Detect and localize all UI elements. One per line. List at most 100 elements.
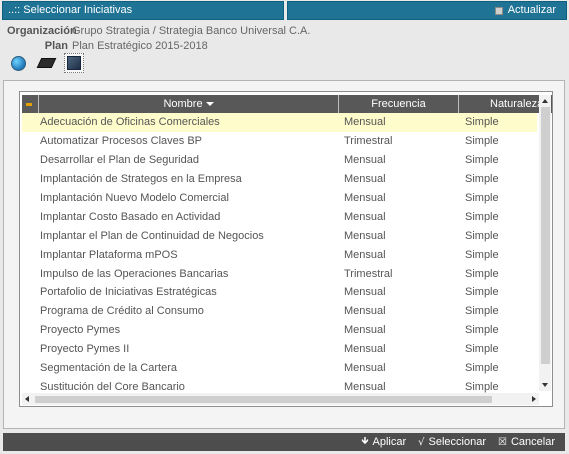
cell-naturaleza: Simple xyxy=(465,267,499,280)
context-info: Organización Grupo Strategia / Strategia… xyxy=(7,24,310,54)
cell-naturaleza: Simple xyxy=(465,210,499,223)
cell-frecuencia: Trimestral xyxy=(344,135,393,148)
cancel-label: Cancelar xyxy=(510,436,555,448)
window-titlebar: ..:: Seleccionar Iniciativas Actualizar xyxy=(2,1,567,20)
cell-nombre: Automatizar Procesos Claves BP xyxy=(40,135,203,148)
cell-frecuencia: Mensual xyxy=(344,324,386,337)
cell-frecuencia: Mensual xyxy=(344,154,386,167)
table-row[interactable]: Impulso de las Operaciones Bancarias Tri… xyxy=(22,264,537,283)
apply-button[interactable]: 🡻 Aplicar xyxy=(361,434,406,451)
cell-nombre: Implantar el Plan de Continuidad de Nego… xyxy=(40,229,264,242)
table-row[interactable]: Adecuación de Oficinas Comerciales Mensu… xyxy=(22,113,537,132)
refresh-button[interactable]: Actualizar xyxy=(287,1,567,20)
scroll-left-icon[interactable] xyxy=(25,396,29,402)
globe-icon xyxy=(10,55,26,71)
cell-nombre: Implantar Costo Basado en Actividad xyxy=(40,210,221,223)
scroll-right-icon[interactable] xyxy=(532,396,536,402)
cell-frecuencia: Mensual xyxy=(344,305,386,318)
table-row[interactable]: Desarrollar el Plan de Seguridad Mensual… xyxy=(22,151,537,170)
cell-naturaleza: Simple xyxy=(465,343,499,356)
grid-header: Nombre Frecuencia Naturaleza xyxy=(22,95,552,113)
cell-nombre: Desarrollar el Plan de Seguridad xyxy=(40,154,199,167)
plan-row: Plan Plan Estratégico 2015-2018 xyxy=(7,39,310,54)
cell-naturaleza: Simple xyxy=(465,135,499,148)
horizontal-scrollbar[interactable] xyxy=(22,393,539,405)
cell-frecuencia: Mensual xyxy=(344,173,386,186)
horizontal-scroll-thumb[interactable] xyxy=(35,396,492,403)
cell-naturaleza: Simple xyxy=(465,305,499,318)
cell-frecuencia: Mensual xyxy=(344,286,386,299)
column-header-frecuencia[interactable]: Frecuencia xyxy=(339,95,459,113)
cell-frecuencia: Mensual xyxy=(344,362,386,375)
cell-frecuencia: Mensual xyxy=(344,116,386,129)
cell-nombre: Implantar Plataforma mPOS xyxy=(40,248,178,261)
checkmark-icon: √ xyxy=(418,436,425,448)
arrow-down-icon: 🡻 xyxy=(361,435,369,447)
cell-naturaleza: Simple xyxy=(465,116,499,129)
column-header-nombre[interactable]: Nombre xyxy=(39,95,339,113)
cell-frecuencia: Trimestral xyxy=(344,267,393,280)
cell-nombre: Implantación Nuevo Modelo Comercial xyxy=(40,192,229,204)
grid-panel: Nombre Frecuencia Naturaleza Adecuación … xyxy=(3,80,565,429)
table-row[interactable]: Implantar el Plan de Continuidad de Nego… xyxy=(22,226,537,245)
vertical-scrollbar[interactable] xyxy=(539,95,551,391)
plan-tool-button[interactable] xyxy=(36,53,56,73)
cell-nombre: Proyecto Pymes xyxy=(40,324,121,337)
cell-naturaleza: Simple xyxy=(465,192,499,204)
cell-frecuencia: Mensual xyxy=(344,343,386,356)
table-row[interactable]: Segmentación de la Cartera Mensual Simpl… xyxy=(22,359,537,378)
table-row[interactable]: Implantación de Strategos en la Empresa … xyxy=(22,170,537,189)
organization-row: Organización Grupo Strategia / Strategia… xyxy=(7,24,310,39)
sort-indicator-icon xyxy=(26,103,32,106)
scroll-up-icon[interactable] xyxy=(542,99,548,103)
organization-label: Organización xyxy=(7,25,77,37)
table-row[interactable]: Implantar Plataforma mPOS Mensual Simple xyxy=(22,245,537,264)
cell-nombre: Portafolio de Iniciativas Estratégicas xyxy=(40,286,217,299)
initiatives-grid: Nombre Frecuencia Naturaleza Adecuación … xyxy=(19,91,553,407)
cell-naturaleza: Simple xyxy=(465,173,499,186)
plan-value: Plan Estratégico 2015-2018 xyxy=(72,40,208,52)
table-row[interactable]: Automatizar Procesos Claves BP Trimestra… xyxy=(22,132,537,151)
plan-label: Plan xyxy=(44,40,68,52)
table-row[interactable]: Implantación Nuevo Modelo Comercial Mens… xyxy=(22,189,537,208)
cell-nombre: Implantación de Strategos en la Empresa xyxy=(40,173,242,186)
organization-value: Grupo Strategia / Strategia Banco Univer… xyxy=(72,25,311,37)
cell-naturaleza: Simple xyxy=(465,380,499,393)
select-label: Seleccionar xyxy=(428,436,486,448)
close-box-icon: ☒ xyxy=(498,436,507,448)
cell-naturaleza: Simple xyxy=(465,286,499,299)
book-icon xyxy=(36,58,56,68)
initiatives-tool-button[interactable] xyxy=(64,53,84,73)
cell-frecuencia: Mensual xyxy=(344,192,386,204)
sort-down-icon xyxy=(205,102,214,107)
cell-nombre: Impulso de las Operaciones Bancarias xyxy=(40,267,229,280)
cell-naturaleza: Simple xyxy=(465,229,499,242)
cell-nombre: Sustitución del Core Bancario xyxy=(40,380,185,393)
cell-frecuencia: Mensual xyxy=(344,248,386,261)
refresh-label: Actualizar xyxy=(507,4,556,16)
cancel-button[interactable]: ☒ Cancelar xyxy=(498,436,555,448)
cell-nombre: Programa de Crédito al Consumo xyxy=(40,305,204,318)
scroll-down-icon[interactable] xyxy=(542,383,548,387)
cell-nombre: Proyecto Pymes II xyxy=(40,343,130,356)
cell-frecuencia: Mensual xyxy=(344,380,386,393)
cell-nombre: Segmentación de la Cartera xyxy=(40,362,177,375)
cell-frecuencia: Mensual xyxy=(344,229,386,242)
table-row[interactable]: Proyecto Pymes II Mensual Simple xyxy=(22,340,537,359)
cell-naturaleza: Simple xyxy=(465,248,499,261)
grid-rows: Adecuación de Oficinas Comerciales Mensu… xyxy=(22,113,537,396)
table-row[interactable]: Portafolio de Iniciativas Estratégicas M… xyxy=(22,283,537,302)
window-title: ..:: Seleccionar Iniciativas xyxy=(2,1,284,20)
organization-tool-button[interactable] xyxy=(8,53,28,73)
refresh-icon xyxy=(494,6,503,15)
sort-corner[interactable] xyxy=(22,95,39,113)
cell-nombre: Adecuación de Oficinas Comerciales xyxy=(40,116,220,129)
select-button[interactable]: √ Seleccionar xyxy=(418,436,486,448)
table-row[interactable]: Programa de Crédito al Consumo Mensual S… xyxy=(22,302,537,321)
cell-naturaleza: Simple xyxy=(465,154,499,167)
cube-icon xyxy=(67,56,81,70)
vertical-scroll-thumb[interactable] xyxy=(541,107,550,364)
table-row[interactable]: Implantar Costo Basado en Actividad Mens… xyxy=(22,207,537,226)
table-row[interactable]: Proyecto Pymes Mensual Simple xyxy=(22,321,537,340)
toolbar xyxy=(8,53,84,73)
